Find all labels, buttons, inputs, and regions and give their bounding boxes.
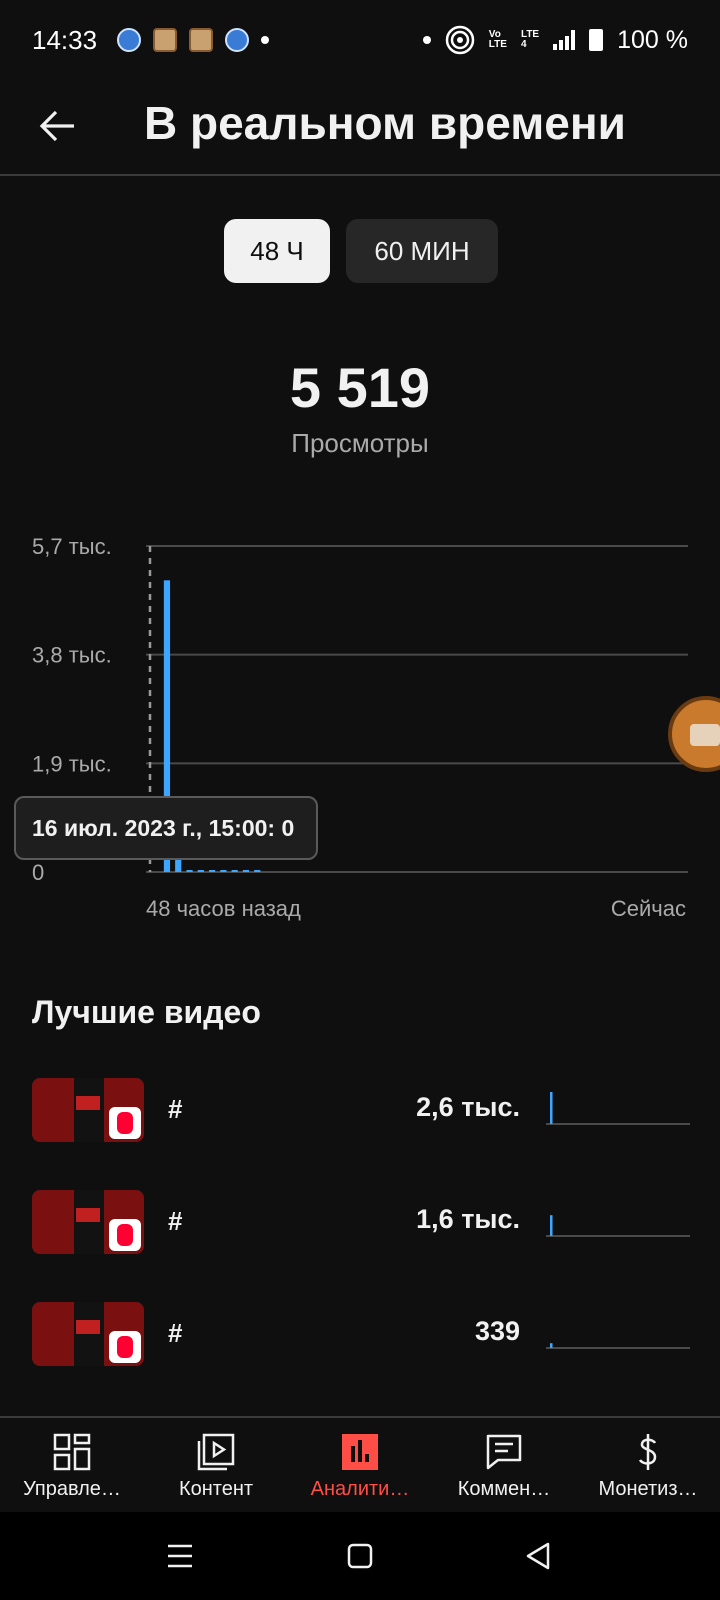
video-thumbnail[interactable] xyxy=(32,1302,144,1366)
sparkline-bar xyxy=(550,1343,553,1348)
video-views: 1,6 тыс. xyxy=(416,1204,520,1234)
notification-icons xyxy=(117,28,270,52)
views-label: Просмотры xyxy=(291,428,429,458)
status-bar: 14:33 Vo LTE LTE 4 100 % xyxy=(0,0,720,80)
status-right: Vo LTE LTE 4 100 % xyxy=(422,25,688,55)
best-videos-title: Лучшие видео xyxy=(32,994,261,1030)
y-tick-label: 5,7 тыс. xyxy=(32,534,112,559)
status-time: 14:33 xyxy=(32,24,98,55)
sparkline-bar xyxy=(550,1092,553,1124)
status-dot xyxy=(422,36,431,44)
lte-label: LTE 4 xyxy=(520,29,540,50)
nav-analytics[interactable]: Аналити… xyxy=(288,1418,432,1512)
y-tick-label: 3,8 тыс. xyxy=(32,643,112,668)
nav-label: Коммен… xyxy=(457,1478,551,1500)
nav-label: Монетиз… xyxy=(598,1478,698,1500)
video-views: 2,6 тыс. xyxy=(416,1092,520,1122)
game-notification-icon xyxy=(153,28,178,52)
chart-bar[interactable] xyxy=(231,870,238,872)
video-thumbnail[interactable] xyxy=(32,1078,144,1142)
chart-bar[interactable] xyxy=(208,870,216,872)
game-notification-icon xyxy=(189,28,214,52)
app-notification-icon xyxy=(117,28,142,52)
nav-content[interactable]: Контент xyxy=(144,1418,288,1512)
volte-label: Vo LTE xyxy=(488,29,507,50)
chart-bar[interactable] xyxy=(175,859,182,872)
app-header: В реальном времени xyxy=(0,80,720,176)
video-title: # xyxy=(168,1318,183,1348)
y-tick-label: 0 xyxy=(32,860,44,885)
period-60min-button[interactable]: 60 МИН xyxy=(346,219,498,283)
views-count: 5 519 xyxy=(289,356,431,419)
comments-icon xyxy=(486,1434,522,1470)
chart-bar[interactable] xyxy=(220,870,227,872)
video-views: 339 xyxy=(474,1316,520,1346)
period-48h-button[interactable]: 48 Ч xyxy=(224,219,330,283)
video-sparkline xyxy=(546,1215,690,1237)
chart-bar[interactable] xyxy=(197,870,204,872)
shorts-icon xyxy=(109,1331,141,1363)
video-title: # xyxy=(168,1094,183,1124)
signal-icon xyxy=(553,30,576,50)
video-row[interactable]: # 2,6 тыс. xyxy=(0,1078,720,1146)
y-tick-label: 1,9 тыс. xyxy=(32,751,112,776)
x-axis-end-label: Сейчас xyxy=(610,896,686,921)
hotspot-icon xyxy=(445,25,475,55)
page-title: В реальном времени xyxy=(144,97,626,149)
nav-label: Аналити… xyxy=(310,1478,410,1500)
recent-apps-icon[interactable] xyxy=(160,1536,200,1576)
nav-label: Управле… xyxy=(23,1478,121,1500)
x-axis-start-label: 48 часов назад xyxy=(146,896,301,921)
bottom-navigation: Управле… Контент Аналити… Коммен… Монети… xyxy=(0,1416,720,1512)
video-sparkline xyxy=(546,1092,690,1125)
app-notification-icon xyxy=(225,28,250,52)
sparkline-bar xyxy=(550,1215,553,1236)
system-navigation-bar xyxy=(0,1512,720,1600)
home-icon[interactable] xyxy=(340,1536,380,1576)
video-row[interactable]: # 339 xyxy=(0,1302,720,1370)
dashboard-icon xyxy=(53,1433,91,1471)
battery-icon xyxy=(589,29,604,51)
nav-dashboard[interactable]: Управле… xyxy=(0,1418,144,1512)
video-thumbnail[interactable] xyxy=(32,1190,144,1254)
nav-monetization[interactable]: Монетиз… xyxy=(576,1418,720,1512)
chart-bar[interactable] xyxy=(242,870,250,872)
analytics-icon xyxy=(342,1434,378,1470)
video-sparkline xyxy=(546,1343,690,1349)
back-arrow-icon[interactable] xyxy=(36,104,80,148)
more-notifications-dot xyxy=(261,36,270,44)
content-icon xyxy=(197,1433,235,1471)
shorts-icon xyxy=(109,1219,141,1251)
back-triangle-icon[interactable] xyxy=(518,1536,558,1576)
chart-bar[interactable] xyxy=(254,870,261,872)
chart-tooltip: 16 июл. 2023 г., 15:00: 0 xyxy=(14,796,318,860)
shorts-icon xyxy=(109,1107,141,1139)
nav-label: Контент xyxy=(178,1478,254,1500)
camera-icon xyxy=(690,724,720,746)
nav-comments[interactable]: Коммен… xyxy=(432,1418,576,1512)
dollar-icon xyxy=(638,1434,657,1470)
chart-bar[interactable] xyxy=(186,870,193,872)
video-row[interactable]: # 1,6 тыс. xyxy=(0,1190,720,1258)
battery-level: 100 % xyxy=(617,25,688,54)
video-title: # xyxy=(168,1206,183,1236)
